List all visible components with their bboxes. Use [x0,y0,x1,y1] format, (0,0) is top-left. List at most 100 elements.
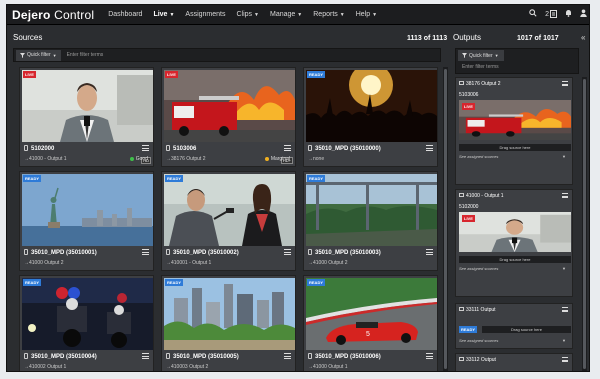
nav-dashboard[interactable]: Dashboard [108,11,142,18]
hamburger-menu-icon[interactable] [426,145,433,151]
chevron-down-icon: ▼ [339,12,345,18]
status-badge: READY [307,175,326,182]
hamburger-menu-icon[interactable] [426,353,433,359]
output-card[interactable]: 38176 Output 2 5103006 LIVE Drag source her… [455,77,573,185]
chevron-down-icon[interactable]: ▼ [562,338,566,343]
sources-scroll-thumb[interactable] [444,69,447,369]
source-card[interactable]: READY 35010_MPD (35010001) →41000 Output 2 [19,171,154,271]
output-header: 41000 - Output 1 [459,193,504,199]
nav-clips[interactable]: Clips ▼ [236,11,259,18]
hamburger-menu-icon[interactable] [142,145,149,151]
nav-help[interactable]: Help ▼ [356,11,377,18]
device-icon [166,249,170,255]
status-badge: LIVE [462,215,475,222]
output-name: 38176 Output 2 [466,81,501,87]
collapse-panel-icon[interactable]: « [581,33,585,42]
output-header: 33112 Output [459,357,496,363]
hamburger-menu-icon[interactable] [562,193,568,198]
device-icon [166,353,170,359]
nav-label: Manage [270,11,296,18]
nav-live[interactable]: Live ▼ [153,11,174,18]
status-badge: READY [23,279,42,286]
source-title: 35010_MPD (35010001) [24,249,97,256]
hamburger-menu-icon[interactable] [284,249,291,255]
sources-scrollbar[interactable] [443,67,448,371]
source-title: 35010_MPD (35010004) [24,353,97,360]
source-title: 5103006 [166,145,196,152]
source-thumbnail [164,174,295,246]
chevron-down-icon[interactable]: ▼ [562,154,566,159]
sources-quick-filter-button[interactable]: Quick filter ▼ [16,49,61,61]
bell-icon[interactable] [565,9,572,19]
assigned-source-name: 5102000 [459,204,479,210]
hamburger-menu-icon[interactable] [284,145,291,151]
source-card[interactable]: 5 READY 35010_MPD (35010006) →41000 Output … [303,275,438,371]
source-output: →38176 Output 2 [166,156,206,162]
topbar-icons: 2 [529,9,587,19]
source-title: 35010_MPD (35010003) [308,249,381,256]
see-assigned-sources-link[interactable]: See assigned sources [459,154,498,159]
source-card[interactable]: READY 35010_MPD (35010005) →410003 Output … [161,275,296,371]
see-assigned-sources-link[interactable]: See assigned sources [459,338,498,343]
chevron-down-icon: ▼ [52,52,57,58]
nav-manage[interactable]: Manage ▼ [270,11,302,18]
nav-reports[interactable]: Reports ▼ [313,11,344,18]
assigned-source-name: 5103006 [459,92,479,98]
drag-source-dropzone[interactable]: Drag source here [459,144,571,151]
status-label: Good [135,156,148,162]
source-output: →41000 Output 2 [24,260,64,266]
source-card[interactable]: LIVE HD+ 5103006 →38176 Output 2 Marginal [161,67,296,167]
output-icon [459,307,464,311]
device-icon [308,353,312,359]
output-card[interactable]: 33111 Output READY Drag source here See ass… [455,303,573,349]
app-logo[interactable]: Dejero Control [12,8,94,22]
source-name: 35010_MPD (35010001) [31,250,97,256]
see-assigned-sources-link[interactable]: See assigned sources [459,266,498,271]
status-badge: READY [23,175,42,182]
source-thumbnail [306,70,437,142]
source-card[interactable]: READY 35010_MPD (35010000) →none [303,67,438,167]
chevron-down-icon: ▼ [297,12,303,18]
hamburger-menu-icon[interactable] [142,249,149,255]
search-icon[interactable] [529,9,537,19]
drag-source-dropzone[interactable]: Drag source here [482,326,571,333]
sources-filter-input[interactable]: Enter filter terms [67,52,104,58]
drag-source-dropzone[interactable]: Drag source here [459,256,571,263]
source-thumbnail [22,70,153,142]
meter-icon[interactable]: 2 [545,9,557,19]
user-icon[interactable] [580,9,587,19]
source-thumbnail: 5 [306,278,437,350]
output-card[interactable]: 33112 Output [455,353,573,371]
source-name: 35010_MPD (35010003) [315,250,381,256]
hamburger-menu-icon[interactable] [284,353,291,359]
source-name: 35010_MPD (35010000) [315,146,381,152]
source-thumbnail [164,70,295,142]
hamburger-menu-icon[interactable] [142,353,149,359]
status-badge: READY [165,279,184,286]
outputs-scrollbar[interactable] [582,77,587,371]
hamburger-menu-icon[interactable] [426,249,433,255]
nav-label: Clips [236,11,253,18]
connection-status: Marginal [264,156,290,162]
hamburger-menu-icon[interactable] [562,81,568,86]
device-icon [308,249,312,255]
hamburger-menu-icon[interactable] [562,357,568,362]
source-card[interactable]: LIVE HD 5102000 →41000 - Output 1 Good [19,67,154,167]
output-card[interactable]: 41000 - Output 1 5102000 LIVE Drag source h… [455,189,573,297]
hamburger-menu-icon[interactable] [562,307,568,312]
source-name: 5102000 [31,146,55,152]
chevron-down-icon[interactable]: ▼ [562,266,566,271]
output-name: 33112 Output [466,357,496,363]
source-card[interactable]: READY 35010_MPD (35010003) →41000 Output 2 [303,171,438,271]
output-icon [459,193,464,197]
source-card[interactable]: READY 35010_MPD (35010002) →410001 - Outpu… [161,171,296,271]
source-title: 35010_MPD (35010005) [166,353,239,360]
nav-label: Assignments [185,11,226,18]
source-card[interactable]: READY 35010_MPD (35010004) →410002 Output … [19,275,154,371]
status-badge: READY [165,175,184,182]
outputs-scroll-thumb[interactable] [583,79,586,369]
quick-filter-label: Quick filter [27,52,51,58]
source-title: 35010_MPD (35010006) [308,353,381,360]
status-dot-icon [129,157,134,161]
nav-assignments[interactable]: Assignments [185,11,225,18]
